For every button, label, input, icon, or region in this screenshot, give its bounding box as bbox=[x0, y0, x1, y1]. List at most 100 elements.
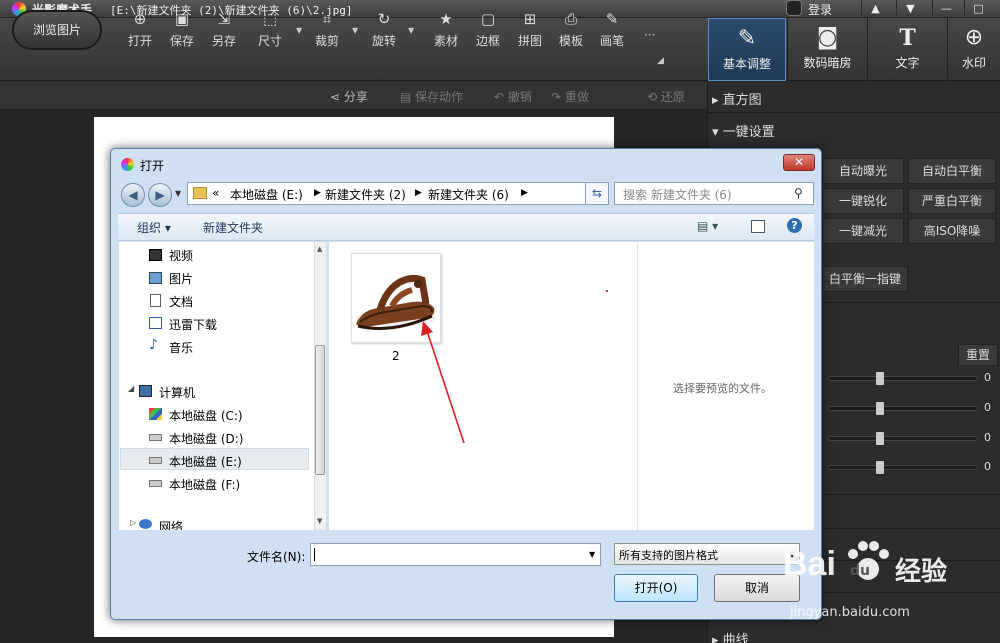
breadcrumb-folder-2[interactable]: 新建文件夹 (2) bbox=[325, 186, 406, 203]
tab-watermark[interactable]: ⊕ 水印 bbox=[947, 18, 1000, 81]
new-folder-button[interactable]: 新建文件夹 bbox=[203, 219, 263, 236]
scroll-down-icon[interactable]: ▼ bbox=[317, 517, 322, 525]
save-as-tool[interactable]: ⇲ 另存 bbox=[204, 8, 244, 58]
nav-item-documents[interactable]: 文档 bbox=[169, 293, 193, 310]
share-button[interactable]: ⋖ 分享 bbox=[330, 88, 368, 105]
breadcrumb-separator-icon[interactable]: ▶ bbox=[521, 188, 528, 198]
user-icon[interactable] bbox=[786, 0, 802, 16]
template-icon: ⎙ bbox=[564, 10, 577, 28]
crop-dropdown-icon[interactable]: ▼ bbox=[352, 26, 358, 35]
template-tool[interactable]: ⎙ 模板 bbox=[551, 8, 591, 58]
white-balance-picker-button[interactable]: 白平衡一指键 bbox=[822, 266, 908, 292]
recent-locations-dropdown-icon[interactable]: ▼ bbox=[175, 189, 181, 198]
nav-item-drive-e[interactable]: 本地磁盘 (E:) bbox=[169, 453, 242, 470]
nav-item-videos[interactable]: 视频 bbox=[169, 247, 193, 264]
frame-tool[interactable]: ▢ 边框 bbox=[468, 8, 508, 58]
music-icon: ♪ bbox=[149, 337, 158, 353]
rotate-tool[interactable]: ↻ 旋转 bbox=[364, 8, 404, 58]
minimize-button[interactable]: — bbox=[932, 0, 960, 17]
slider-track[interactable] bbox=[828, 406, 978, 411]
expand-icon[interactable]: ▷ bbox=[130, 518, 136, 527]
high-iso-denoise-button[interactable]: 高ISO降噪 bbox=[908, 218, 996, 244]
slider-thumb[interactable] bbox=[876, 461, 884, 474]
open-tool[interactable]: ⊕ 打开 bbox=[120, 8, 160, 58]
curve-section[interactable]: ▸ 曲线 bbox=[712, 629, 749, 643]
save-action-button[interactable]: ▤ 保存动作 bbox=[400, 88, 463, 105]
maximize-button[interactable]: □ bbox=[964, 0, 992, 17]
auto-white-balance-button[interactable]: 自动白平衡 bbox=[908, 158, 996, 184]
help-icon[interactable]: ? bbox=[787, 218, 802, 233]
slider-track[interactable] bbox=[828, 436, 978, 441]
sharpen-button[interactable]: 一键锐化 bbox=[822, 188, 904, 214]
redo-button[interactable]: ↷ 重做 bbox=[551, 88, 589, 105]
arrow-right-icon: ▶ bbox=[155, 188, 165, 202]
address-bar[interactable]: « 本地磁盘 (E:) ▶ 新建文件夹 (2) ▶ 新建文件夹 (6) ▶ ▼ bbox=[187, 182, 609, 205]
forward-button[interactable]: ▶ bbox=[148, 183, 172, 207]
filename-dropdown-icon[interactable]: ▼ bbox=[589, 550, 595, 559]
crop-tool[interactable]: ⌗ 裁剪 bbox=[307, 8, 347, 58]
nav-item-drive-d[interactable]: 本地磁盘 (D:) bbox=[169, 430, 243, 447]
organize-menu[interactable]: 组织 ▾ bbox=[137, 219, 171, 236]
histogram-section[interactable]: ▸ 直方图 bbox=[712, 89, 762, 108]
filename-input[interactable] bbox=[310, 543, 601, 566]
material-tool[interactable]: ★ 素材 bbox=[426, 8, 466, 58]
file-name-label[interactable]: 2 bbox=[392, 349, 400, 363]
scroll-up-icon[interactable]: ▲ bbox=[317, 245, 322, 253]
slider-value: 0 bbox=[984, 401, 991, 414]
breadcrumb-drive-e[interactable]: 本地磁盘 (E:) bbox=[230, 186, 303, 203]
nav-item-computer[interactable]: 计算机 bbox=[159, 384, 195, 401]
restore-button[interactable]: ⟲ 还原 bbox=[647, 88, 685, 105]
breadcrumb-folder-6[interactable]: 新建文件夹 (6) bbox=[428, 186, 509, 203]
breadcrumb-separator-icon[interactable]: ▶ bbox=[415, 188, 422, 198]
breadcrumb-separator-icon[interactable]: ▶ bbox=[314, 188, 321, 198]
arrow-left-icon: ◀ bbox=[128, 188, 138, 202]
collapse-icon[interactable]: ◢ bbox=[128, 384, 134, 393]
resize-tool[interactable]: ⬚ 尺寸 bbox=[250, 8, 290, 58]
browse-images-button[interactable]: 浏览图片 bbox=[12, 10, 102, 50]
tab-basic-adjust[interactable]: ✎ 基本调整 bbox=[708, 18, 786, 81]
nav-item-pictures[interactable]: 图片 bbox=[169, 270, 193, 287]
breadcrumb-overflow[interactable]: « bbox=[212, 186, 219, 200]
tab-text[interactable]: T 文字 bbox=[867, 18, 947, 81]
strong-white-balance-button[interactable]: 严重白平衡 bbox=[908, 188, 996, 214]
rotate-dropdown-icon[interactable]: ▼ bbox=[408, 26, 414, 35]
view-options-icon[interactable]: ▤ ▾ bbox=[697, 219, 718, 233]
nav-item-music[interactable]: 音乐 bbox=[169, 339, 193, 356]
auto-exposure-button[interactable]: 自动曝光 bbox=[822, 158, 904, 184]
save-tool[interactable]: ▣ 保存 bbox=[162, 8, 202, 58]
nav-item-drive-f[interactable]: 本地磁盘 (F:) bbox=[169, 476, 240, 493]
open-file-dialog: 打开 ✕ ◀ ▶ ▼ « 本地磁盘 (E:) ▶ 新建文件夹 (2) ▶ 新建文… bbox=[110, 148, 822, 620]
one-click-section[interactable]: ▾ 一键设置 bbox=[712, 121, 775, 140]
search-input[interactable]: 搜索 新建文件夹 (6) bbox=[614, 182, 814, 205]
brush-tool[interactable]: ✎ 画笔 bbox=[592, 8, 632, 58]
back-button[interactable]: ◀ bbox=[121, 183, 145, 207]
reduce-light-button[interactable]: 一键减光 bbox=[822, 218, 904, 244]
preview-pane-icon[interactable] bbox=[751, 220, 765, 233]
nav-scrollbar-thumb[interactable] bbox=[315, 345, 325, 475]
close-button[interactable]: ✕ bbox=[783, 154, 815, 171]
login-button[interactable]: 登录 bbox=[808, 1, 832, 18]
nav-item-drive-c[interactable]: 本地磁盘 (C:) bbox=[169, 407, 243, 424]
refresh-icon: ⇆ bbox=[591, 186, 603, 200]
menu-button[interactable]: ▼ bbox=[896, 0, 924, 17]
resize-dropdown-icon[interactable]: ▼ bbox=[296, 26, 302, 35]
nav-item-network[interactable]: 网络 bbox=[159, 518, 183, 530]
tab-digital-darkroom[interactable]: ◙ 数码暗房 bbox=[787, 18, 867, 81]
open-button[interactable]: 打开(O) bbox=[614, 574, 698, 602]
slider-thumb[interactable] bbox=[876, 402, 884, 415]
nav-item-thunder-downloads[interactable]: 迅雷下载 bbox=[169, 316, 217, 333]
undo-button[interactable]: ↶ 撤销 bbox=[494, 88, 532, 105]
expand-icon[interactable]: ◢ bbox=[657, 56, 664, 66]
slider-track[interactable] bbox=[828, 376, 978, 381]
dialog-title-bar[interactable] bbox=[111, 149, 821, 177]
slider-thumb[interactable] bbox=[876, 372, 884, 385]
collage-tool[interactable]: ⊞ 拼图 bbox=[510, 8, 550, 58]
dialog-app-icon bbox=[121, 158, 134, 171]
more-tools-button[interactable]: ··· bbox=[644, 28, 655, 42]
skin-button[interactable]: ▲ bbox=[861, 0, 889, 17]
refresh-button[interactable]: ⇆ bbox=[585, 182, 609, 205]
slider-track[interactable] bbox=[828, 465, 978, 470]
slider-thumb[interactable] bbox=[876, 432, 884, 445]
reset-button[interactable]: 重置 bbox=[958, 344, 998, 366]
search-icon[interactable]: ⚲ bbox=[794, 186, 803, 200]
